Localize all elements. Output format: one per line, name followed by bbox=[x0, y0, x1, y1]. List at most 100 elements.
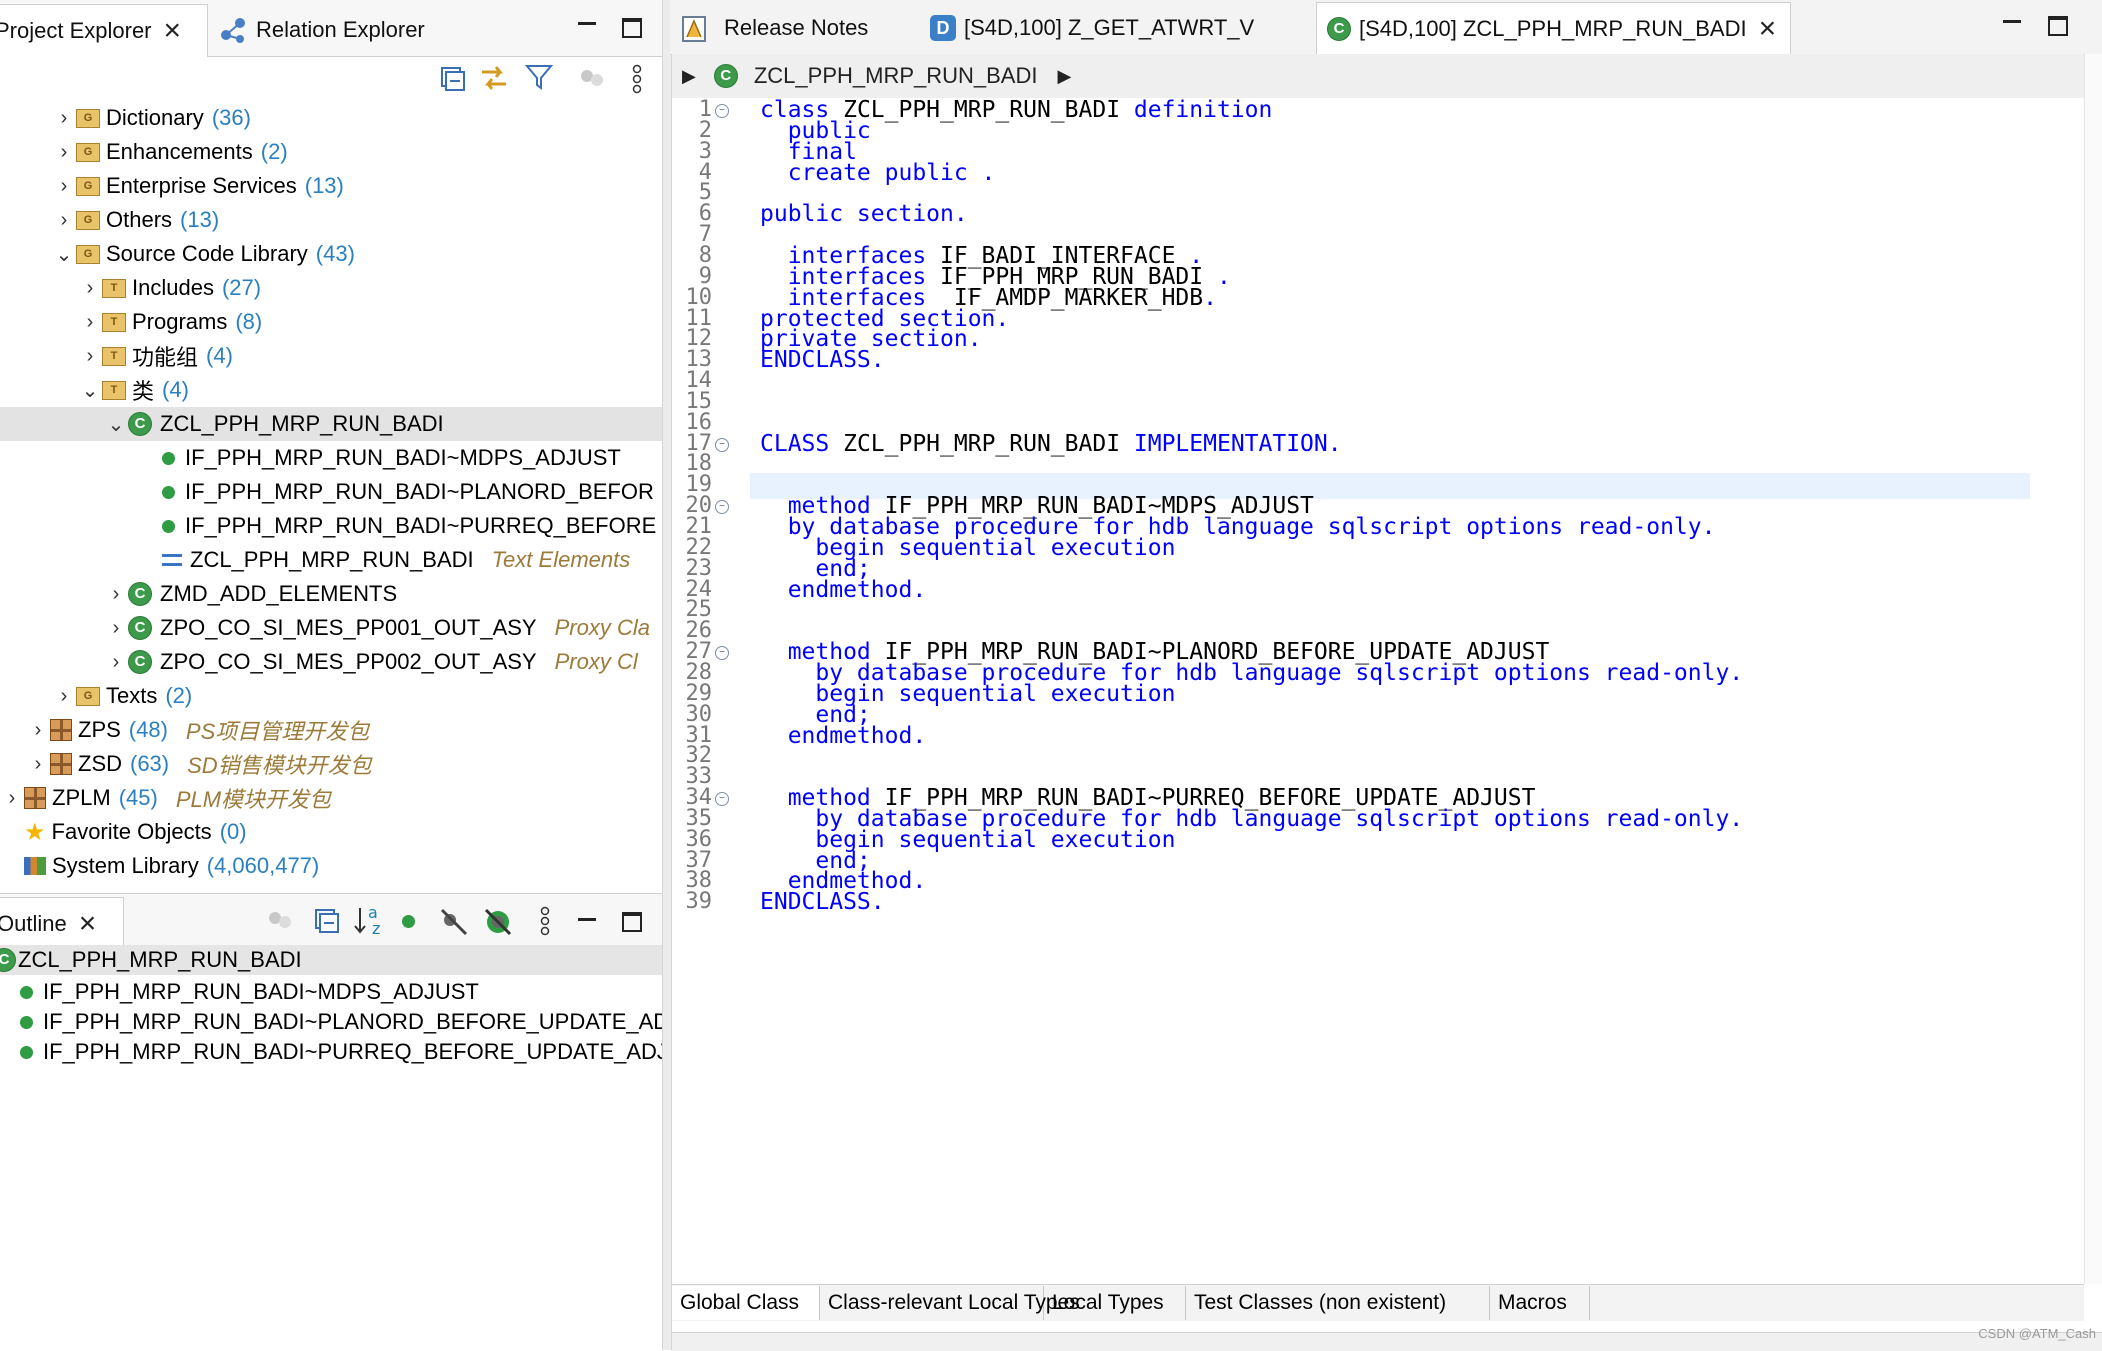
group-icon[interactable] bbox=[266, 908, 296, 932]
collapse-all-icon[interactable] bbox=[312, 906, 340, 934]
tree-item[interactable]: ›CZPO_CO_SI_MES_PP001_OUT_ASYProxy Cla bbox=[0, 611, 662, 645]
chevron-right-icon[interactable]: › bbox=[52, 209, 76, 232]
chevron-right-icon[interactable]: › bbox=[52, 141, 76, 164]
outline-item[interactable]: IF_PPH_MRP_RUN_BADI~PURREQ_BEFORE_UPDATE… bbox=[20, 1037, 662, 1067]
tree-item[interactable]: ⌄T类(4) bbox=[0, 373, 662, 407]
chevron-right-icon[interactable]: › bbox=[26, 753, 50, 776]
chevron-down-icon[interactable]: ⌄ bbox=[52, 242, 76, 267]
bottom-tab[interactable]: Local Types bbox=[1044, 1286, 1186, 1320]
tree-item[interactable]: ›CZPO_CO_SI_MES_PP002_OUT_ASYProxy Cl bbox=[0, 645, 662, 679]
outline-item[interactable]: IF_PPH_MRP_RUN_BADI~MDPS_ADJUST bbox=[20, 977, 479, 1007]
tree-item[interactable]: ›ZPLM(45)PLM模块开发包 bbox=[0, 781, 662, 815]
class-icon: C bbox=[128, 412, 152, 436]
tab-release-notes[interactable]: Release Notes bbox=[680, 2, 868, 54]
tree-item[interactable]: IF_PPH_MRP_RUN_BADI~PLANORD_BEFOR bbox=[0, 475, 662, 509]
code-line[interactable]: ENDCLASS. bbox=[760, 892, 885, 913]
hide-fields-icon[interactable] bbox=[438, 906, 470, 938]
close-icon[interactable]: × bbox=[1759, 14, 1777, 44]
breadcrumb-item[interactable]: ZCL_PPH_MRP_RUN_BADI bbox=[754, 63, 1038, 89]
tree-item[interactable]: ›TIncludes(27) bbox=[0, 271, 662, 305]
vertical-scrollbar[interactable] bbox=[2084, 54, 2102, 1284]
tree-item[interactable]: ›GTexts(2) bbox=[0, 679, 662, 713]
hide-inherited-icon[interactable] bbox=[482, 906, 514, 938]
tree-item[interactable]: ›GDictionary(36) bbox=[0, 101, 662, 135]
bottom-tab[interactable]: Class-relevant Local Types bbox=[820, 1286, 1044, 1320]
minimize-icon[interactable] bbox=[2003, 20, 2021, 23]
group-icon[interactable] bbox=[578, 66, 608, 90]
code-line[interactable]: CLASS ZCL_PPH_MRP_RUN_BADI IMPLEMENTATIO… bbox=[760, 434, 1342, 455]
chevron-right-icon[interactable]: › bbox=[104, 651, 128, 674]
tree-item[interactable]: ›TPrograms(8) bbox=[0, 305, 662, 339]
fold-collapse-icon[interactable]: − bbox=[715, 104, 729, 118]
fold-collapse-icon[interactable]: − bbox=[715, 438, 729, 452]
tree-item[interactable]: ⌄CZCL_PPH_MRP_RUN_BADI bbox=[0, 407, 662, 441]
chevron-right-icon[interactable]: › bbox=[0, 787, 24, 810]
maximize-icon[interactable] bbox=[2048, 16, 2068, 36]
tree-item[interactable]: ZCL_PPH_MRP_RUN_BADIText Elements bbox=[0, 543, 662, 577]
tree-item[interactable]: ›ZSD(63)SD销售模块开发包 bbox=[0, 747, 662, 781]
outline-item[interactable]: IF_PPH_MRP_RUN_BADI~PLANORD_BEFORE_UPDAT… bbox=[20, 1007, 662, 1037]
tree-item-count: (36) bbox=[212, 105, 251, 131]
tree-item[interactable]: ›ZPS(48)PS项目管理开发包 bbox=[0, 713, 662, 747]
tree-item[interactable]: IF_PPH_MRP_RUN_BADI~MDPS_ADJUST bbox=[0, 441, 662, 475]
chevron-right-icon[interactable]: › bbox=[78, 345, 102, 368]
chevron-right-icon[interactable]: › bbox=[52, 175, 76, 198]
panel-divider[interactable] bbox=[662, 0, 672, 1350]
code-line[interactable]: endmethod. bbox=[760, 726, 926, 747]
tab-zcl-pph-mrp-run-badi[interactable]: C [S4D,100] ZCL_PPH_MRP_RUN_BADI × bbox=[1316, 2, 1791, 55]
view-menu-icon[interactable] bbox=[538, 906, 552, 936]
filter-icon[interactable] bbox=[524, 62, 554, 92]
chevron-down-icon[interactable]: ⌄ bbox=[78, 378, 102, 403]
breadcrumb-chevron-icon[interactable]: ▶ bbox=[1057, 66, 1071, 87]
hide-non-public-icon[interactable] bbox=[402, 915, 415, 928]
tree-item[interactable]: ›GOthers(13) bbox=[0, 203, 662, 237]
chevron-right-icon[interactable]: › bbox=[26, 719, 50, 742]
chevron-right-icon[interactable]: › bbox=[78, 277, 102, 300]
minimize-icon[interactable] bbox=[578, 22, 596, 25]
collapse-all-icon[interactable] bbox=[438, 64, 466, 92]
tree-item[interactable]: ›T功能组(4) bbox=[0, 339, 662, 373]
outline-root[interactable]: C ZCL_PPH_MRP_RUN_BADI bbox=[0, 945, 662, 975]
tab-outline[interactable]: Outline × bbox=[0, 897, 124, 950]
breadcrumb-expand-icon[interactable]: ▶ bbox=[682, 66, 696, 87]
code-line[interactable]: ENDCLASS. bbox=[760, 350, 885, 371]
tree-item[interactable]: ›CZMD_ADD_ELEMENTS bbox=[0, 577, 662, 611]
tab-relation-explorer[interactable]: Relation Explorer bbox=[218, 4, 425, 56]
chevron-right-icon[interactable]: › bbox=[78, 311, 102, 334]
chevron-right-icon[interactable]: › bbox=[52, 107, 76, 130]
tree-item[interactable]: IF_PPH_MRP_RUN_BADI~PURREQ_BEFORE bbox=[0, 509, 662, 543]
bottom-tab[interactable]: Global Class bbox=[672, 1286, 820, 1320]
fold-collapse-icon[interactable]: − bbox=[715, 500, 729, 514]
tree-item-label: ZPO_CO_SI_MES_PP001_OUT_ASY bbox=[160, 615, 537, 641]
tree-item[interactable]: ›GEnhancements(2) bbox=[0, 135, 662, 169]
chevron-down-icon[interactable]: ⌄ bbox=[104, 412, 128, 437]
chevron-right-icon[interactable]: › bbox=[52, 685, 76, 708]
bottom-tab[interactable]: Macros bbox=[1490, 1286, 1590, 1320]
maximize-icon[interactable] bbox=[622, 18, 642, 38]
link-with-editor-icon[interactable] bbox=[478, 62, 510, 94]
tree-item[interactable]: ★Favorite Objects(0) bbox=[0, 815, 662, 849]
class-icon: C bbox=[1327, 17, 1351, 41]
code-line[interactable]: create public . bbox=[760, 163, 995, 184]
tab-z-get-atwrt-v[interactable]: D [S4D,100] Z_GET_ATWRT_V bbox=[930, 2, 1254, 54]
tree-item-count: (4) bbox=[206, 343, 233, 369]
tree-item[interactable]: ›GEnterprise Services(13) bbox=[0, 169, 662, 203]
code-editor[interactable]: 1class ZCL_PPH_MRP_RUN_BADI definition−2… bbox=[672, 98, 2084, 1284]
code-line[interactable]: public section. bbox=[760, 204, 968, 225]
fold-collapse-icon[interactable]: − bbox=[715, 646, 729, 660]
minimize-icon[interactable] bbox=[578, 918, 596, 921]
close-icon[interactable]: × bbox=[164, 16, 182, 46]
close-icon[interactable]: × bbox=[79, 909, 97, 939]
tab-project-explorer[interactable]: Project Explorer × bbox=[0, 4, 208, 57]
chevron-right-icon[interactable]: › bbox=[104, 583, 128, 606]
chevron-right-icon[interactable]: › bbox=[104, 617, 128, 640]
sort-alphabetically-icon[interactable]: az bbox=[352, 902, 388, 938]
bottom-tab[interactable]: Test Classes (non existent) bbox=[1186, 1286, 1490, 1320]
tree-item[interactable]: System Library(4,060,477) bbox=[0, 849, 662, 881]
code-line[interactable]: endmethod. bbox=[760, 580, 926, 601]
view-menu-icon[interactable] bbox=[630, 64, 644, 94]
bottom-panel-strip bbox=[672, 1332, 2102, 1351]
maximize-icon[interactable] bbox=[622, 912, 642, 932]
fold-collapse-icon[interactable]: − bbox=[715, 792, 729, 806]
tree-item[interactable]: ⌄GSource Code Library(43) bbox=[0, 237, 662, 271]
